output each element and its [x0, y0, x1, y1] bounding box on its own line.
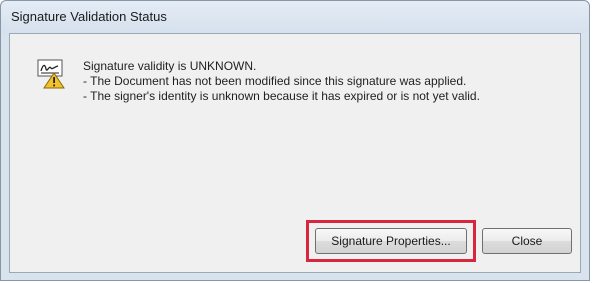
message-line-identity: - The signer's identity is unknown becau…	[83, 89, 480, 103]
window-title: Signature Validation Status	[11, 9, 167, 24]
message-line-status: Signature validity is UNKNOWN.	[83, 59, 257, 73]
status-message: Signature validity is UNKNOWN. - The Doc…	[83, 59, 480, 104]
dialog-window: Signature Validation Status Signature va…	[0, 0, 590, 281]
title-bar[interactable]: Signature Validation Status	[1, 1, 589, 33]
signature-warning-icon	[37, 59, 65, 89]
close-button[interactable]: Close	[482, 228, 572, 254]
signature-properties-button[interactable]: Signature Properties...	[315, 228, 467, 254]
dialog-body: Signature validity is UNKNOWN. - The Doc…	[9, 33, 581, 273]
message-line-modified: - The Document has not been modified sin…	[83, 74, 467, 88]
